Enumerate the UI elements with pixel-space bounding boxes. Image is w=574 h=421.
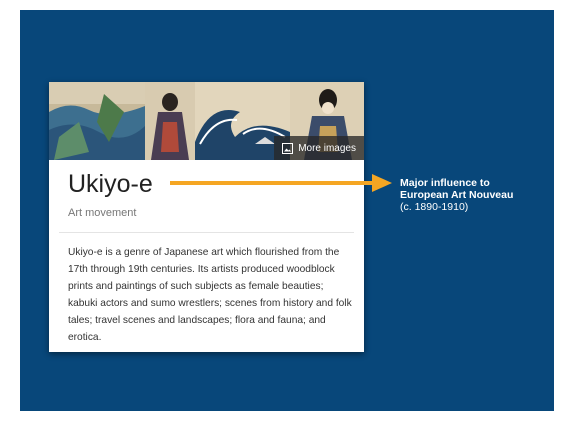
callout-line-2: European Art Nouveau	[400, 189, 514, 201]
callout-line-1: Major influence to	[400, 177, 490, 189]
callout-line-3: (c. 1890-1910)	[400, 201, 469, 213]
callout-text: Major influence to European Art Nouveau …	[400, 177, 540, 213]
